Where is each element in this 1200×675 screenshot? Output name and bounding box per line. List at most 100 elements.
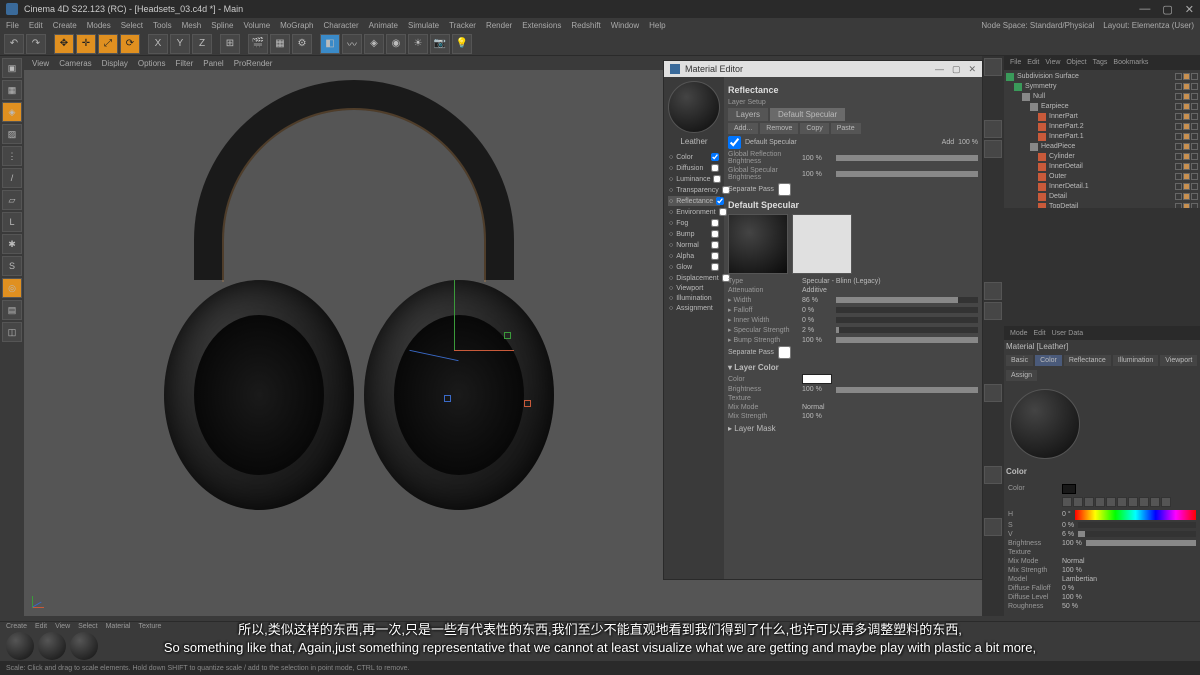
attr-tab-basic[interactable]: Basic: [1006, 355, 1033, 366]
separate-pass-check[interactable]: [778, 183, 791, 196]
remove-layer-button[interactable]: Remove: [760, 123, 798, 134]
swatch[interactable]: [1095, 497, 1105, 507]
swatch[interactable]: [1106, 497, 1116, 507]
rs-tool-1[interactable]: [984, 58, 1002, 76]
add-layer-button[interactable]: Add...: [728, 123, 758, 134]
rotate-tool[interactable]: ⟳: [120, 34, 140, 54]
y-axis-button[interactable]: Y: [170, 34, 190, 54]
attr-tab-viewport[interactable]: Viewport: [1160, 355, 1197, 366]
vp-display[interactable]: Display: [102, 59, 128, 68]
tree-item[interactable]: InnerDetail.1: [1006, 182, 1198, 192]
deformer-tool[interactable]: ◉: [386, 34, 406, 54]
material-slot-3[interactable]: [70, 632, 98, 660]
attr-mode[interactable]: Mode: [1010, 330, 1028, 337]
environment-tool[interactable]: ☀: [408, 34, 428, 54]
menu-extensions[interactable]: Extensions: [522, 21, 561, 30]
generator-tool[interactable]: ◈: [364, 34, 384, 54]
mat-channel-assignment[interactable]: ○Assignment: [668, 304, 720, 313]
ms-material[interactable]: Material: [106, 623, 131, 630]
vp-panel[interactable]: Panel: [203, 59, 223, 68]
vp-filter[interactable]: Filter: [175, 59, 193, 68]
mat-channel-glow[interactable]: ○Glow: [668, 262, 720, 272]
workplane-button[interactable]: ▨: [2, 124, 22, 144]
obj-tags[interactable]: Tags: [1093, 59, 1108, 66]
menu-spline[interactable]: Spline: [211, 21, 233, 30]
obj-edit[interactable]: Edit: [1027, 59, 1039, 66]
tree-item[interactable]: HeadPiece: [1006, 142, 1198, 152]
object-tree[interactable]: Subdivision SurfaceSymmetryNullEarpieceI…: [1004, 70, 1200, 208]
menu-simulate[interactable]: Simulate: [408, 21, 439, 30]
rs-tool-3[interactable]: [984, 140, 1002, 158]
menu-redshift[interactable]: Redshift: [571, 21, 600, 30]
tree-item[interactable]: Symmetry: [1006, 82, 1198, 92]
coord-system-button[interactable]: ⊞: [220, 34, 240, 54]
tree-item[interactable]: Subdivision Surface: [1006, 72, 1198, 82]
undo-button[interactable]: ↶: [4, 34, 24, 54]
menu-tracker[interactable]: Tracker: [449, 21, 476, 30]
tab-layers[interactable]: Layers: [728, 108, 768, 121]
tree-item[interactable]: Earpiece: [1006, 102, 1198, 112]
make-editable-button[interactable]: ▣: [2, 58, 22, 78]
falloff-slider[interactable]: [836, 307, 978, 313]
camera-tool[interactable]: 📷: [430, 34, 450, 54]
menu-mograph[interactable]: MoGraph: [280, 21, 313, 30]
global-refl-slider[interactable]: [836, 155, 978, 161]
close-button[interactable]: ✕: [1185, 3, 1194, 16]
mat-channel-viewport[interactable]: ○Viewport: [668, 284, 720, 293]
layer-brightness-slider[interactable]: [836, 387, 978, 393]
cube-primitive[interactable]: ◧: [320, 34, 340, 54]
maximize-button[interactable]: ▢: [1162, 3, 1172, 16]
mat-min-button[interactable]: —: [935, 64, 944, 75]
edge-mode-button[interactable]: /: [2, 168, 22, 188]
mat-channel-environment[interactable]: ○Environment: [668, 207, 720, 217]
obj-bookmarks[interactable]: Bookmarks: [1113, 59, 1148, 66]
scale-tool[interactable]: ⤢: [98, 34, 118, 54]
swatch[interactable]: [1062, 497, 1072, 507]
z-axis-button[interactable]: Z: [192, 34, 212, 54]
swatch[interactable]: [1128, 497, 1138, 507]
mat-name[interactable]: Leather: [668, 137, 720, 146]
menu-volume[interactable]: Volume: [243, 21, 270, 30]
polygon-mode-button[interactable]: ▱: [2, 190, 22, 210]
mat-channel-color[interactable]: ○Color: [668, 152, 720, 162]
ms-edit[interactable]: Edit: [35, 623, 47, 630]
node-space-value[interactable]: Standard/Physical: [1030, 21, 1094, 30]
attr-userdata[interactable]: User Data: [1052, 330, 1084, 337]
swatch[interactable]: [1084, 497, 1094, 507]
mat-channel-reflectance[interactable]: ○Reflectance: [668, 196, 720, 206]
obj-view[interactable]: View: [1045, 59, 1060, 66]
ms-select[interactable]: Select: [78, 623, 97, 630]
move-tool[interactable]: ✛: [76, 34, 96, 54]
tree-item[interactable]: InnerPart: [1006, 112, 1198, 122]
inner-width-slider[interactable]: [836, 317, 978, 323]
mat-editor-titlebar[interactable]: Material Editor —▢✕: [664, 61, 982, 77]
mat-close-button[interactable]: ✕: [968, 64, 976, 75]
rs-tool-5[interactable]: [984, 302, 1002, 320]
locked-workplane-button[interactable]: ◫: [2, 322, 22, 342]
x-axis-button[interactable]: X: [148, 34, 168, 54]
bump-strength-slider[interactable]: [836, 337, 978, 343]
render-button[interactable]: 🎬: [248, 34, 268, 54]
tree-item[interactable]: Detail: [1006, 192, 1198, 202]
obj-file[interactable]: File: [1010, 59, 1021, 66]
mat-max-button[interactable]: ▢: [952, 64, 961, 75]
hue-slider[interactable]: [1075, 510, 1196, 520]
menu-render[interactable]: Render: [486, 21, 512, 30]
render-settings-button[interactable]: ⚙: [292, 34, 312, 54]
mat-channel-normal[interactable]: ○Normal: [668, 240, 720, 250]
attr-tab-reflectance[interactable]: Reflectance: [1064, 355, 1111, 366]
global-spec-slider[interactable]: [836, 171, 978, 177]
menu-character[interactable]: Character: [324, 21, 359, 30]
color-swatch[interactable]: [1062, 484, 1076, 494]
point-mode-button[interactable]: ⋮: [2, 146, 22, 166]
swatch[interactable]: [1161, 497, 1171, 507]
mat-channel-bump[interactable]: ○Bump: [668, 229, 720, 239]
tree-item[interactable]: InnerDetail: [1006, 162, 1198, 172]
minimize-button[interactable]: —: [1139, 3, 1150, 16]
menu-mesh[interactable]: Mesh: [182, 21, 202, 30]
material-slot-2[interactable]: [38, 632, 66, 660]
rs-tool-8[interactable]: [984, 518, 1002, 536]
vp-options[interactable]: Options: [138, 59, 166, 68]
enable-axis-button[interactable]: ✱: [2, 234, 22, 254]
swatch[interactable]: [1139, 497, 1149, 507]
